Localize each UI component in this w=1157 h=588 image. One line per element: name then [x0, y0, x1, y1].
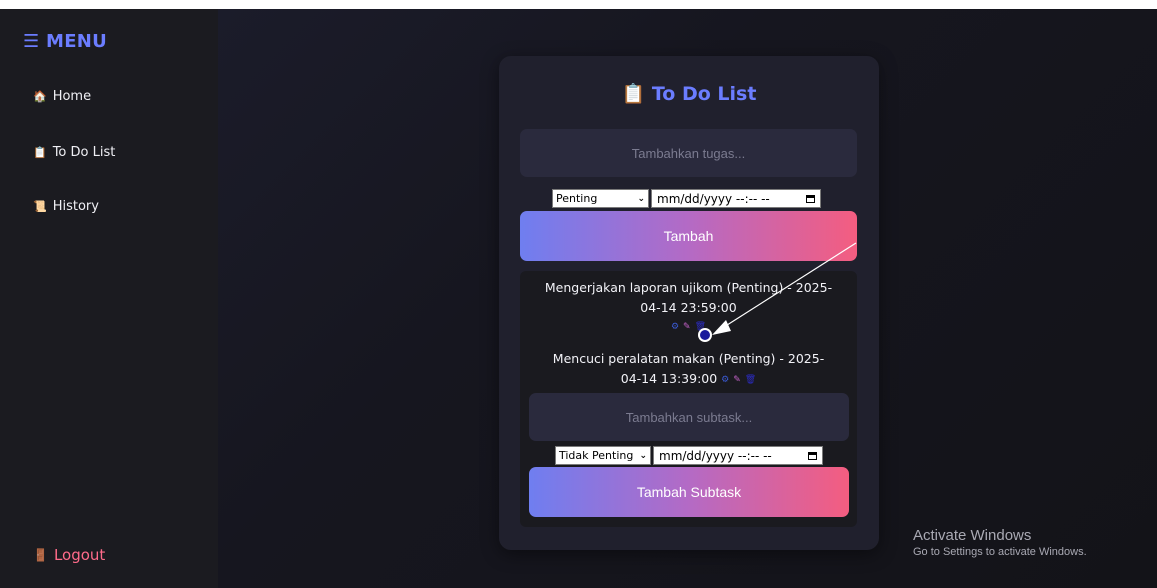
sidebar-item-home[interactable]: 🏠 Home: [33, 89, 91, 104]
subtask-priority-select[interactable]: Tidak Penting ⌄: [555, 446, 651, 465]
due-date-value: mm/dd/yyyy --:-- --: [657, 191, 770, 206]
sidebar-item-label: Home: [52, 89, 92, 104]
sidebar-item-label: To Do List: [52, 145, 116, 160]
sidebar-item-label: History: [52, 199, 99, 214]
chevron-down-icon: ⌄: [639, 450, 647, 461]
gear-icon[interactable]: ⚙: [721, 370, 729, 390]
task-item: Mengerjakan laporan ujikom (Penting) - 2…: [520, 278, 857, 334]
windows-activation-watermark: Activate Windows Go to Settings to activ…: [913, 527, 1087, 558]
clipboard-icon: 📋: [33, 146, 47, 159]
logout-link[interactable]: 🚪 Logout: [33, 546, 105, 564]
subtask-date-input[interactable]: mm/dd/yyyy --:-- --: [653, 446, 823, 465]
sidebar-item-history[interactable]: 📜 History: [33, 199, 99, 214]
app-screen: ☰ MENU 🏠 Home 📋 To Do List 📜 History 🚪 L…: [0, 9, 1157, 588]
subtask-date-value: mm/dd/yyyy --:-- --: [659, 448, 772, 463]
due-date-input[interactable]: mm/dd/yyyy --:-- --: [651, 189, 821, 208]
task-text-line: Mencuci peralatan makan (Penting) - 2025…: [552, 351, 825, 366]
page-title: 📋 To Do List: [621, 83, 757, 105]
trash-icon[interactable]: 🗑: [745, 370, 756, 390]
add-subtask-button[interactable]: Tambah Subtask: [529, 467, 849, 517]
home-icon: 🏠: [33, 90, 47, 103]
watermark-title: Activate Windows: [913, 527, 1032, 544]
add-task-button[interactable]: Tambah: [520, 211, 857, 261]
calendar-icon[interactable]: [808, 451, 817, 460]
sidebar-item-todo-list[interactable]: 📋 To Do List: [33, 145, 115, 160]
todo-card: 📋 To Do List Penting ⌄ mm/dd/yyyy --:-- …: [499, 56, 879, 550]
subtask-input[interactable]: [529, 393, 849, 441]
priority-select-value: Penting: [556, 192, 598, 205]
task-actions: ⚙ ✎ 🗑: [721, 370, 756, 390]
task-item: Mencuci peralatan makan (Penting) - 2025…: [520, 349, 857, 390]
task-text-line: 04-14 13:39:00: [620, 371, 718, 386]
calendar-icon[interactable]: [806, 194, 815, 203]
logout-label: Logout: [53, 546, 106, 564]
task-text-line: Mengerjakan laporan ujikom (Penting) - 2…: [544, 280, 833, 295]
chevron-down-icon: ⌄: [637, 193, 645, 204]
task-list: Mengerjakan laporan ujikom (Penting) - 2…: [520, 271, 857, 527]
edit-icon[interactable]: ✎: [733, 370, 741, 390]
cursor-indicator: [698, 328, 712, 342]
scroll-icon: 📜: [33, 200, 47, 213]
edit-icon[interactable]: ✎: [683, 319, 691, 335]
task-text-line: 04-14 23:59:00: [640, 300, 737, 315]
watermark-subtitle: Go to Settings to activate Windows.: [913, 546, 1087, 558]
sidebar: ☰ MENU 🏠 Home 📋 To Do List 📜 History 🚪 L…: [0, 9, 218, 588]
priority-select[interactable]: Penting ⌄: [552, 189, 649, 208]
subtask-priority-value: Tidak Penting: [559, 449, 634, 462]
task-input[interactable]: [520, 129, 857, 177]
menu-title[interactable]: ☰ MENU: [23, 31, 107, 52]
gear-icon[interactable]: ⚙: [671, 319, 679, 335]
door-icon: 🚪: [33, 548, 48, 562]
